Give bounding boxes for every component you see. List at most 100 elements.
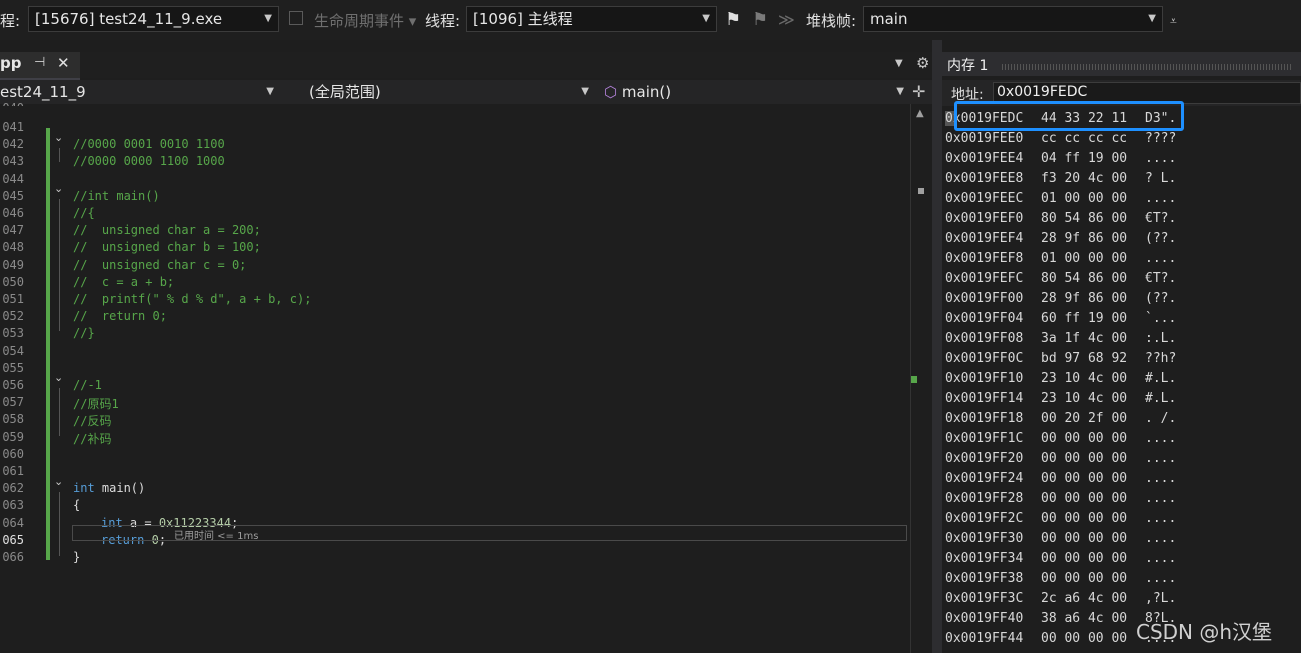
memory-row[interactable]: 0x0019FF04 60 ff 19 00 `... bbox=[945, 311, 1176, 326]
memory-address: 0x0019FEE4 bbox=[945, 151, 1024, 166]
memory-row[interactable]: 0x0019FF00 28 9f 86 00 (??. bbox=[945, 291, 1176, 306]
fold-chevron-icon[interactable]: ⌄ bbox=[54, 131, 63, 144]
memory-row[interactable]: 0x0019FEE8 f3 20 4c 00 ? L. bbox=[945, 171, 1176, 186]
flag-icon[interactable]: ⚑ bbox=[725, 9, 741, 30]
memory-row[interactable]: 0x0019FF18 00 20 2f 00 . /. bbox=[945, 411, 1176, 426]
memory-text: ???? bbox=[1145, 131, 1177, 146]
change-marker bbox=[911, 376, 917, 383]
document-tab[interactable]: pp ⊣ ✕ bbox=[0, 52, 80, 80]
gear-icon[interactable]: ⚙ bbox=[916, 54, 929, 72]
memory-text: .... bbox=[1145, 471, 1177, 486]
scope-dropdown[interactable]: (全局范围) ▼ bbox=[284, 80, 593, 104]
memory-text: ??h? bbox=[1145, 351, 1177, 366]
scroll-thumb[interactable] bbox=[918, 188, 924, 194]
memory-tab[interactable]: 内存 1 bbox=[942, 52, 1301, 76]
memory-address: 0x0019FF14 bbox=[945, 391, 1024, 406]
tab-list-chevron-icon[interactable]: ▼ bbox=[895, 58, 903, 69]
memory-address: 0x0019FF04 bbox=[945, 311, 1024, 326]
memory-address: 0x0019FEF8 bbox=[945, 251, 1024, 266]
memory-row[interactable]: 0x0019FF40 38 a6 4c 00 8?L. bbox=[945, 611, 1176, 626]
memory-row[interactable]: 0x0019FEF4 28 9f 86 00 (??. bbox=[945, 231, 1176, 246]
memory-row[interactable]: 0x0019FF3C 2c a6 4c 00 ,?L. bbox=[945, 591, 1176, 606]
memory-row[interactable]: 0x0019FEFC 80 54 86 00 €T?. bbox=[945, 271, 1176, 286]
memory-address: 0x0019FF10 bbox=[945, 371, 1024, 386]
flag-all-icon[interactable]: ⚑ bbox=[752, 9, 768, 30]
memory-row[interactable]: 0x0019FEEC 01 00 00 00.... bbox=[945, 191, 1176, 206]
filter-icon[interactable]: ≫ bbox=[778, 10, 795, 29]
memory-text: :.L. bbox=[1145, 331, 1177, 346]
toolbar-overflow-icon[interactable]: ⩡ bbox=[1170, 14, 1177, 29]
memory-text: .... bbox=[1145, 191, 1177, 206]
address-value: 0x0019FEDC bbox=[997, 84, 1088, 100]
memory-address: 0x0019FF44 bbox=[945, 631, 1024, 646]
memory-bytes: 60 ff 19 00 bbox=[1041, 311, 1128, 326]
memory-bytes: 00 00 00 00 bbox=[1041, 451, 1128, 466]
memory-address: 0x0019FEEC bbox=[945, 191, 1024, 206]
memory-row[interactable]: 0x0019FF28 00 00 00 00.... bbox=[945, 491, 1176, 506]
memory-bytes: 01 00 00 00 bbox=[1041, 251, 1128, 266]
fold-chevron-icon[interactable]: ⌄ bbox=[54, 182, 63, 195]
fold-guide bbox=[59, 148, 60, 162]
stack-frame-dropdown[interactable]: main ▼ bbox=[863, 6, 1163, 32]
memory-address: 0x0019FEFC bbox=[945, 271, 1024, 286]
memory-row[interactable]: 0x0019FF08 3a 1f 4c 00:.L. bbox=[945, 331, 1176, 346]
editor-scrollbar[interactable]: ▲ bbox=[910, 104, 933, 653]
memory-text: €T?. bbox=[1145, 271, 1177, 286]
cube-icon: ⬡ bbox=[604, 83, 618, 101]
memory-row[interactable]: 0x0019FEF8 01 00 00 00.... bbox=[945, 251, 1176, 266]
editor-tab-strip bbox=[0, 52, 937, 78]
memory-text: .... bbox=[1145, 551, 1177, 566]
split-icon[interactable]: ✛ bbox=[912, 82, 925, 101]
memory-row[interactable]: 0x0019FEE0 cc cc cc cc???? bbox=[945, 131, 1176, 146]
fold-chevron-icon[interactable]: ⌄ bbox=[54, 475, 63, 488]
project-dropdown[interactable]: est24_11_9 ▼ bbox=[0, 80, 278, 104]
fold-chevron-icon[interactable]: ⌄ bbox=[54, 371, 63, 384]
process-label: 程: bbox=[0, 12, 21, 30]
document-tab-label: pp bbox=[0, 54, 22, 72]
pin-icon[interactable]: ⊣ bbox=[34, 55, 45, 70]
stack-frame-value: main bbox=[870, 10, 908, 28]
memory-row[interactable]: 0x0019FF10 23 10 4c 00 #.L. bbox=[945, 371, 1176, 386]
memory-row[interactable]: 0x0019FF0C bd 97 68 92 ??h? bbox=[945, 351, 1176, 366]
memory-address: 0x0019FF18 bbox=[945, 411, 1024, 426]
close-icon[interactable]: ✕ bbox=[57, 54, 70, 72]
memory-bytes: 00 00 00 00 bbox=[1041, 431, 1128, 446]
memory-row[interactable]: 0x0019FF2C 00 00 00 00.... bbox=[945, 511, 1176, 526]
memory-bytes: 23 10 4c 00 bbox=[1041, 371, 1128, 386]
memory-text: #.L. bbox=[1145, 391, 1177, 406]
memory-address: 0x0019FF38 bbox=[945, 571, 1024, 586]
memory-bytes: 00 20 2f 00 bbox=[1041, 411, 1128, 426]
memory-text: .... bbox=[1145, 451, 1177, 466]
memory-bytes: 38 a6 4c 00 bbox=[1041, 611, 1128, 626]
lifecycle-events-button[interactable]: 生命周期事件 ▾ bbox=[314, 10, 416, 31]
memory-bytes: 80 54 86 00 bbox=[1041, 271, 1128, 286]
memory-text: `... bbox=[1145, 311, 1177, 326]
thread-dropdown[interactable]: [1096] 主线程 ▼ bbox=[466, 6, 717, 32]
fold-guide bbox=[59, 199, 60, 331]
memory-address: 0x0019FEE0 bbox=[945, 131, 1024, 146]
function-dropdown[interactable]: ⬡ main() ▼ bbox=[598, 80, 908, 104]
memory-bytes: bd 97 68 92 bbox=[1041, 351, 1128, 366]
memory-bytes: 00 00 00 00 bbox=[1041, 491, 1128, 506]
memory-address: 0x0019FF0C bbox=[945, 351, 1024, 366]
memory-bytes: 2c a6 4c 00 bbox=[1041, 591, 1128, 606]
memory-row[interactable]: 0x0019FF34 00 00 00 00.... bbox=[945, 551, 1176, 566]
memory-row[interactable]: 0x0019FEE4 04 ff 19 00.... bbox=[945, 151, 1176, 166]
memory-text: .... bbox=[1145, 151, 1177, 166]
chevron-down-icon: ▼ bbox=[266, 86, 274, 97]
memory-row[interactable]: 0x0019FF1C 00 00 00 00.... bbox=[945, 431, 1176, 446]
memory-row[interactable]: 0x0019FEF0 80 54 86 00 €T?. bbox=[945, 211, 1176, 226]
scroll-up-icon[interactable]: ▲ bbox=[916, 108, 924, 119]
process-value: [15676] test24_11_9.exe bbox=[35, 10, 223, 28]
panel-splitter[interactable] bbox=[932, 40, 942, 653]
memory-row[interactable]: 0x0019FF30 00 00 00 00.... bbox=[945, 531, 1176, 546]
memory-row[interactable]: 0x0019FF14 23 10 4c 00 #.L. bbox=[945, 391, 1176, 406]
memory-bytes: cc cc cc cc bbox=[1041, 131, 1128, 146]
memory-row[interactable]: 0x0019FF24 00 00 00 00.... bbox=[945, 471, 1176, 486]
memory-row[interactable]: 0x0019FF20 00 00 00 00.... bbox=[945, 451, 1176, 466]
memory-row[interactable]: 0x0019FF38 00 00 00 00.... bbox=[945, 571, 1176, 586]
memory-bytes: 00 00 00 00 bbox=[1041, 571, 1128, 586]
code-editor[interactable]: 040 bbox=[0, 101, 910, 653]
process-dropdown[interactable]: [15676] test24_11_9.exe ▼ bbox=[28, 6, 279, 32]
memory-row[interactable]: 0x0019FF44 00 00 00 00.... bbox=[945, 631, 1176, 646]
